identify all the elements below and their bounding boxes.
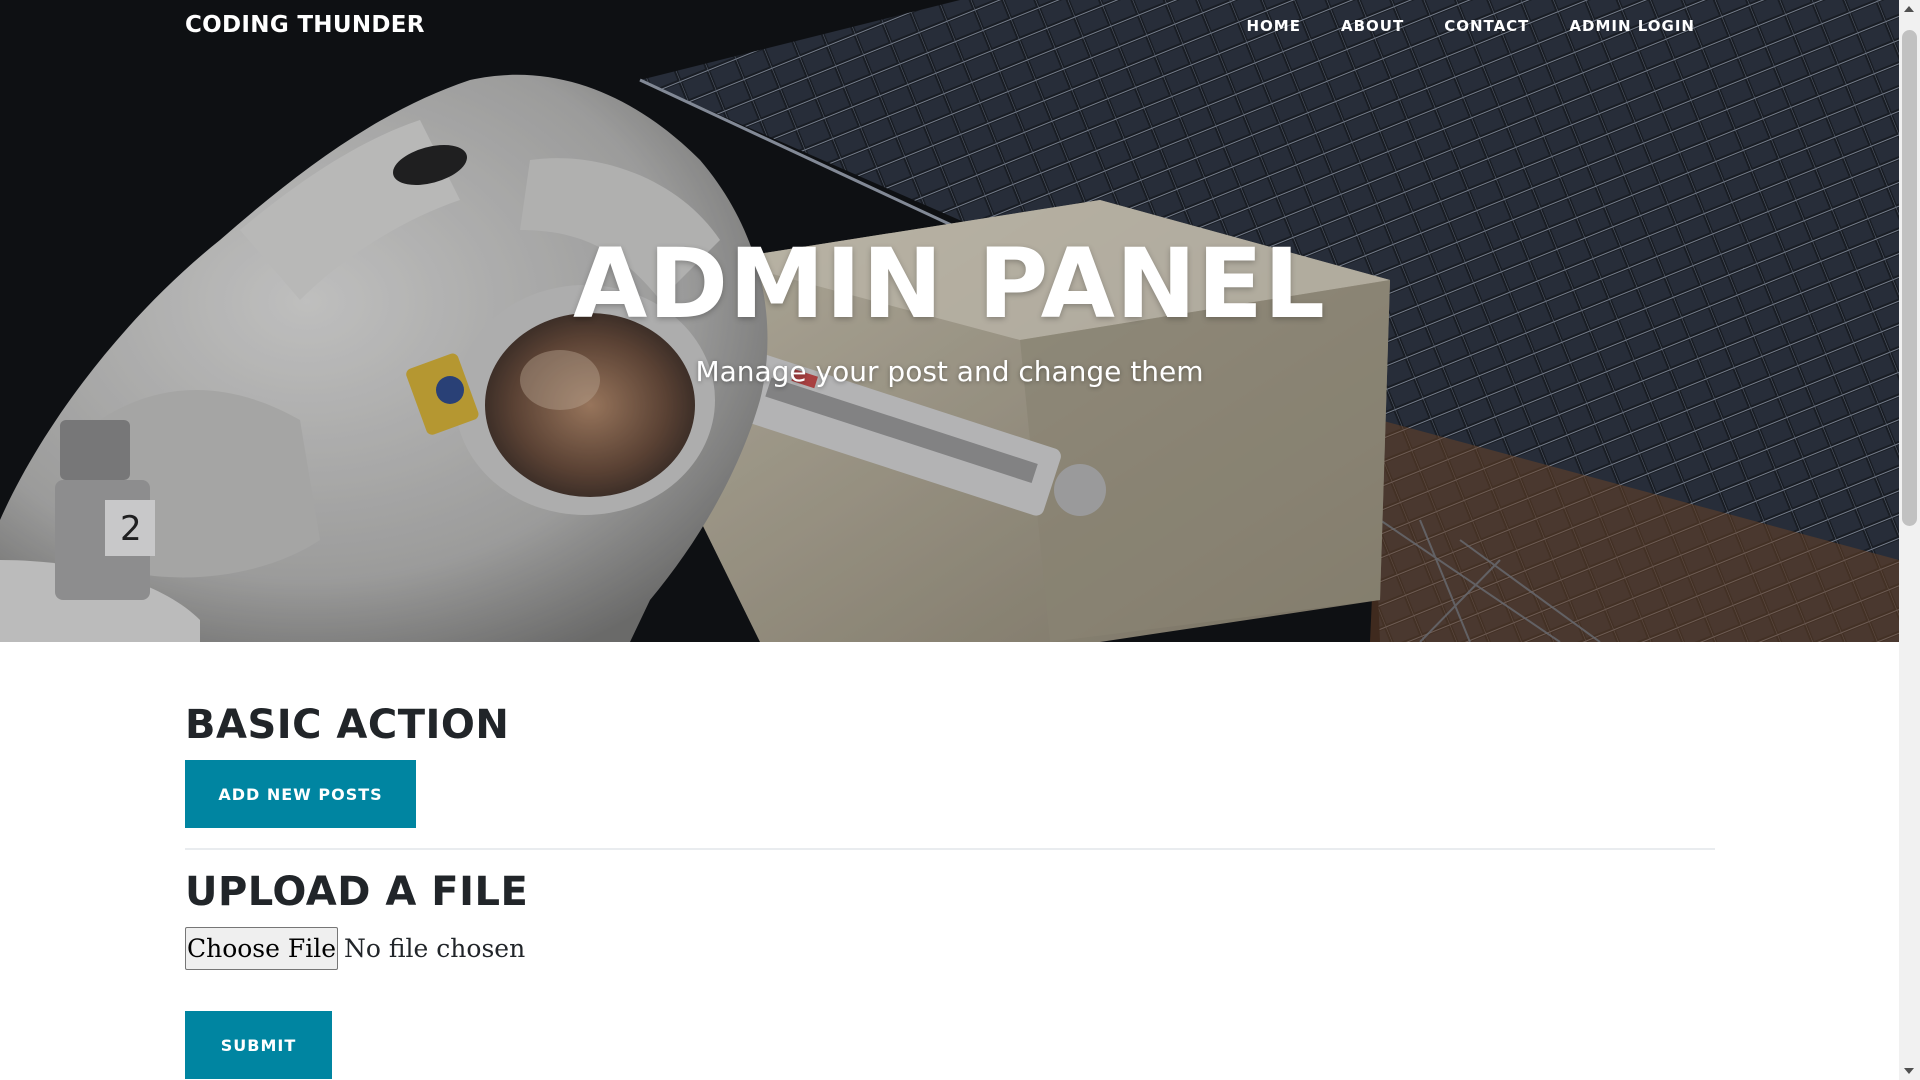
brand-link[interactable]: CODING THUNDER bbox=[185, 12, 425, 38]
scroll-up-arrow-icon[interactable] bbox=[1904, 6, 1914, 12]
page-subtitle: Manage your post and change them bbox=[695, 355, 1204, 388]
add-new-posts-button[interactable]: ADD NEW POSTS bbox=[185, 760, 416, 828]
submit-button[interactable]: SUBMIT bbox=[185, 1011, 332, 1079]
nav-link-about[interactable]: ABOUT bbox=[1341, 17, 1404, 35]
upload-file-heading: UPLOAD A FILE bbox=[185, 869, 529, 915]
hero-masthead: 2 CODING THUNDER HOME ABOUT CONTACT ADMI… bbox=[0, 0, 1899, 642]
file-status-text: No file chosen bbox=[344, 934, 526, 963]
page-title: ADMIN PANEL bbox=[573, 228, 1326, 340]
nav-link-admin-login[interactable]: ADMIN LOGIN bbox=[1569, 17, 1695, 35]
scroll-thumb[interactable] bbox=[1902, 30, 1917, 526]
navbar: CODING THUNDER HOME ABOUT CONTACT ADMIN … bbox=[0, 0, 1899, 56]
vertical-scrollbar[interactable] bbox=[1899, 0, 1920, 1080]
basic-action-heading: BASIC ACTION bbox=[185, 702, 510, 748]
scroll-down-arrow-icon[interactable] bbox=[1904, 1068, 1914, 1074]
nav-link-contact[interactable]: CONTACT bbox=[1444, 17, 1529, 35]
choose-file-button[interactable]: Choose File bbox=[185, 927, 338, 970]
file-input[interactable]: Choose File No file chosen bbox=[185, 927, 525, 970]
nav-links: HOME ABOUT CONTACT ADMIN LOGIN bbox=[1246, 17, 1695, 35]
section-divider bbox=[185, 848, 1715, 850]
nav-link-home[interactable]: HOME bbox=[1246, 17, 1300, 35]
